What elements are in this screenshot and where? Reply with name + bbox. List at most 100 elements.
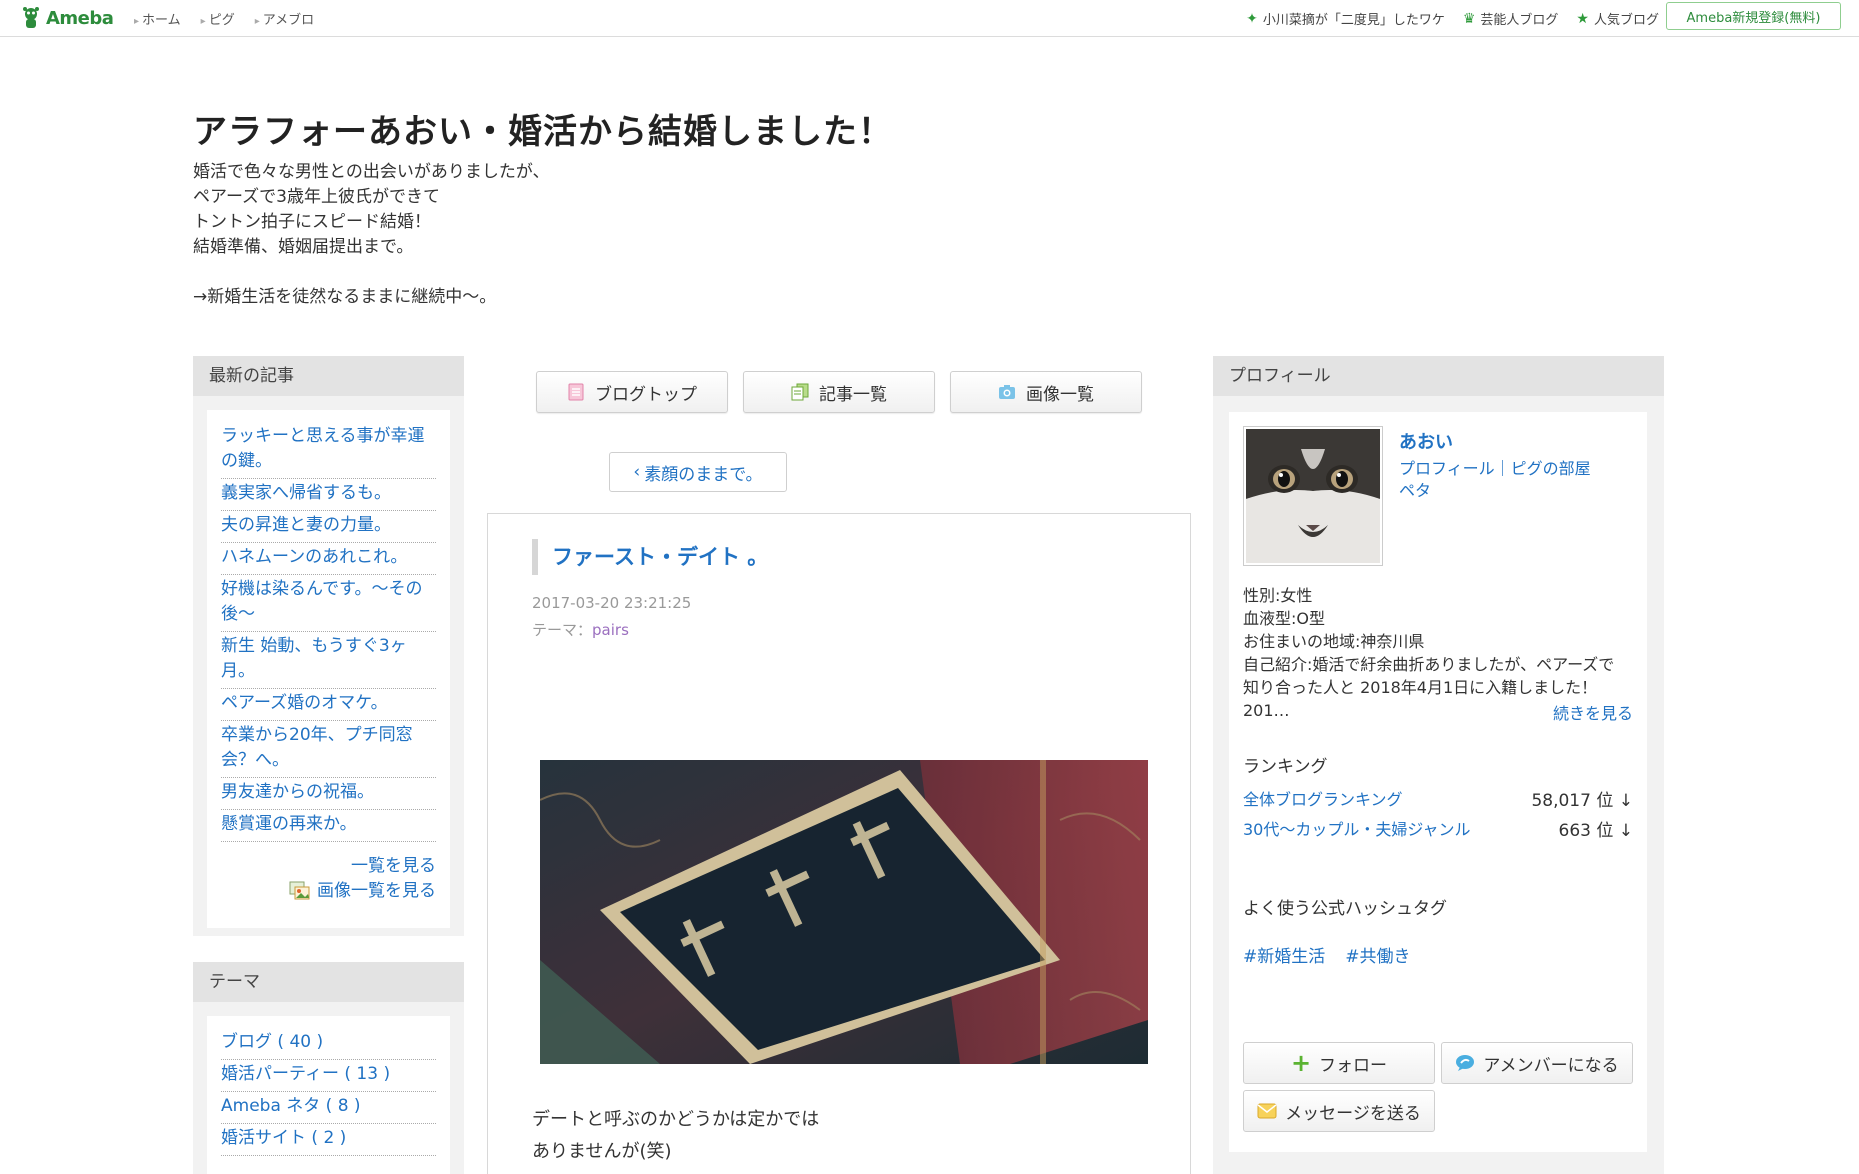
theme-box: テーマ ブログ ( 40 ) 婚活パーティー ( 13 ) Ameba ネタ (… xyxy=(193,962,464,1174)
celebrity-blog-link[interactable]: ♛ 芸能人ブログ xyxy=(1463,9,1559,29)
latest-article-item[interactable]: 男友達からの祝福。 xyxy=(221,778,436,810)
send-message-button[interactable]: メッセージを送る xyxy=(1243,1090,1435,1132)
latest-article-item[interactable]: 懸賞運の再来か。 xyxy=(221,810,436,842)
article-list-button[interactable]: 記事一覧 xyxy=(743,371,935,413)
news-link[interactable]: ✦ 小川菜摘が「二度見」したワケ xyxy=(1246,9,1445,29)
peta-link[interactable]: ペタ xyxy=(1399,480,1591,502)
latest-articles-heading: 最新の記事 xyxy=(193,356,464,396)
blog-title[interactable]: アラフォーあおい・婚活から結婚しました！ xyxy=(193,104,893,153)
ameba-logo-icon xyxy=(23,7,39,28)
envelope-icon xyxy=(1257,1103,1277,1119)
latest-article-item[interactable]: 義実家へ帰省するも。 xyxy=(221,479,436,511)
theme-item[interactable]: ブログ ( 40 ) xyxy=(221,1028,436,1060)
see-all-articles-link[interactable]: 一覧を見る xyxy=(221,854,436,879)
desc-line: 結婚準備、婚姻届提出まで。 xyxy=(193,237,414,257)
latest-articles-list: ラッキーと思える事が幸運の鍵。 義実家へ帰省するも。 夫の昇進と妻の力量。 ハネ… xyxy=(207,410,450,928)
chevron-left-icon: ‹ xyxy=(633,462,641,482)
popular-blog-link[interactable]: ★ 人気ブログ xyxy=(1576,9,1659,29)
image-list-label: 画像一覧 xyxy=(1026,384,1094,405)
blog-top-button[interactable]: ブログトップ xyxy=(536,371,728,413)
article-body: デートと呼ぶのかどうかは定かでは ありませんが(笑) xyxy=(532,1104,819,1168)
nav-pigg[interactable]: ピグ xyxy=(201,9,235,28)
latest-article-item[interactable]: ハネムーンのあれこれ。 xyxy=(221,543,436,575)
top-right-links: ✦ 小川菜摘が「二度見」したワケ ♛ 芸能人ブログ ★ 人気ブログ xyxy=(1246,9,1659,29)
profile-name[interactable]: あおい xyxy=(1399,428,1453,454)
desc-line: →新婚生活を徒然なるままに継続中〜。 xyxy=(193,287,497,307)
article-photo[interactable] xyxy=(540,760,1148,1064)
chinatown-gate-photo xyxy=(540,760,1148,1064)
desc-line xyxy=(193,260,893,285)
latest-articles-box: 最新の記事 ラッキーと思える事が幸運の鍵。 義実家へ帰省するも。 夫の昇進と妻の… xyxy=(193,356,464,936)
hashtag-list: #新婚生活 #共働き xyxy=(1243,942,1411,967)
sparkle-icon: ✦ xyxy=(1246,10,1258,27)
blog-top-label: ブログトップ xyxy=(595,384,697,405)
read-more-link[interactable]: 続きを見る xyxy=(1553,700,1633,724)
see-images-link[interactable]: 画像一覧を見る xyxy=(221,879,436,904)
previous-article-button[interactable]: ‹ 素顔のままで。 xyxy=(609,452,787,492)
desc-line: トントン拍子にスピード結婚！ xyxy=(193,212,431,232)
latest-article-item[interactable]: 卒業から20年、プチ同窓会？へ。 xyxy=(221,721,436,778)
desc-line: ペアーズで3歳年上彼氏ができて xyxy=(193,187,440,207)
profile-gender: 性別:女性 xyxy=(1243,586,1313,605)
profile-body: あおい プロフィール｜ピグの部屋 ペタ 性別:女性 血液型:O型 お住まいの地域… xyxy=(1229,412,1647,1152)
article-body-line: ありませんが(笑) xyxy=(532,1141,672,1162)
pages-icon xyxy=(791,383,809,401)
hashtag-link[interactable]: #共働き xyxy=(1345,942,1410,967)
blog-description: 婚活で色々な男性との出会いがありましたが、 ペアーズで3歳年上彼氏ができて トン… xyxy=(193,160,893,310)
ameba-logo[interactable]: Ameba xyxy=(20,6,114,30)
theme-item[interactable]: 婚活パーティー ( 13 ) xyxy=(221,1060,436,1092)
follow-button[interactable]: + フォロー xyxy=(1243,1042,1435,1084)
see-images-label: 画像一覧を見る xyxy=(317,881,436,901)
desc-line: 婚活で色々な男性との出会いがありましたが、 xyxy=(193,162,550,182)
overall-ranking-value: 58,017 位 ↓ xyxy=(1531,791,1633,811)
cat-avatar-image xyxy=(1246,429,1380,563)
latest-more-links: 一覧を見る 画像一覧を見る xyxy=(221,842,436,904)
profile-intro: 自己紹介:婚活で紆余曲折ありましたが、ペアーズで xyxy=(1243,655,1615,674)
amember-label: アメンバーになる xyxy=(1483,1055,1619,1076)
article-theme-link[interactable]: pairs xyxy=(592,621,629,639)
profile-links: プロフィール｜ピグの部屋 ペタ xyxy=(1399,458,1591,502)
profile-blood-type: 血液型:O型 xyxy=(1243,609,1325,628)
amember-button[interactable]: アメンバーになる xyxy=(1441,1042,1633,1084)
article-theme: テーマ：pairs xyxy=(532,619,629,640)
top-nav: ホーム ピグ アメブロ xyxy=(134,9,314,28)
send-message-label: メッセージを送る xyxy=(1285,1103,1421,1124)
latest-article-item[interactable]: 新生 始動、もうすぐ3ヶ月。 xyxy=(221,632,436,689)
profile-pigg-link[interactable]: プロフィール｜ピグの部屋 xyxy=(1399,458,1591,480)
profile-area: お住まいの地域:神奈川県 xyxy=(1243,632,1425,651)
hashtag-link[interactable]: #新婚生活 xyxy=(1243,942,1325,967)
star-icon: ★ xyxy=(1576,10,1589,27)
avatar[interactable] xyxy=(1243,426,1383,566)
latest-article-item[interactable]: 夫の昇進と妻の力量。 xyxy=(221,511,436,543)
profile-heading: プロフィール xyxy=(1213,356,1664,396)
theme-item[interactable]: 婚活サイト ( 2 ) xyxy=(221,1124,436,1156)
document-icon xyxy=(568,383,584,401)
latest-article-item[interactable]: 好機は染るんです。〜その後〜 xyxy=(221,575,436,632)
article-title[interactable]: ファースト・デイト 。 xyxy=(532,539,768,575)
hashtag-heading: よく使う公式ハッシュタグ xyxy=(1243,899,1447,919)
nav-home[interactable]: ホーム xyxy=(134,9,181,28)
plus-icon: + xyxy=(1290,1049,1312,1077)
signup-button[interactable]: Ameba新規登録(無料) xyxy=(1666,2,1841,30)
ranking-row: 30代〜カップル・夫婦ジャンル 663 位 ↓ xyxy=(1243,816,1633,841)
article-body-line: デートと呼ぶのかどうかは定かでは xyxy=(532,1109,820,1130)
theme-list: ブログ ( 40 ) 婚活パーティー ( 13 ) Ameba ネタ ( 8 )… xyxy=(207,1016,450,1174)
ranking-row: 全体ブログランキング 58,017 位 ↓ xyxy=(1243,786,1633,811)
latest-article-item[interactable]: ラッキーと思える事が幸運の鍵。 xyxy=(221,422,436,479)
overall-ranking-link[interactable]: 全体ブログランキング xyxy=(1243,786,1403,811)
theme-item[interactable]: Ameba ネタ ( 8 ) xyxy=(221,1092,436,1124)
article-theme-label: テーマ： xyxy=(532,621,593,639)
image-list-button[interactable]: 画像一覧 xyxy=(950,371,1142,413)
news-link-label: 小川菜摘が「二度見」したワケ xyxy=(1262,13,1445,28)
image-list-icon xyxy=(289,881,310,900)
ranking-heading: ランキング xyxy=(1243,757,1328,777)
article: ファースト・デイト 。 2017-03-20 23:21:25 テーマ：pair… xyxy=(487,513,1191,1174)
genre-ranking-link[interactable]: 30代〜カップル・夫婦ジャンル xyxy=(1243,816,1471,841)
article-list-label: 記事一覧 xyxy=(819,384,887,405)
celebrity-blog-label: 芸能人ブログ xyxy=(1480,13,1559,28)
top-bar: Ameba ホーム ピグ アメブロ ✦ 小川菜摘が「二度見」したワケ ♛ 芸能人… xyxy=(0,0,1859,37)
nav-ameblo[interactable]: アメブロ xyxy=(255,9,314,28)
latest-article-item[interactable]: ペアーズ婚のオマケ。 xyxy=(221,689,436,721)
article-date: 2017-03-20 23:21:25 xyxy=(532,594,692,612)
chat-bubble-icon xyxy=(1456,1055,1475,1071)
